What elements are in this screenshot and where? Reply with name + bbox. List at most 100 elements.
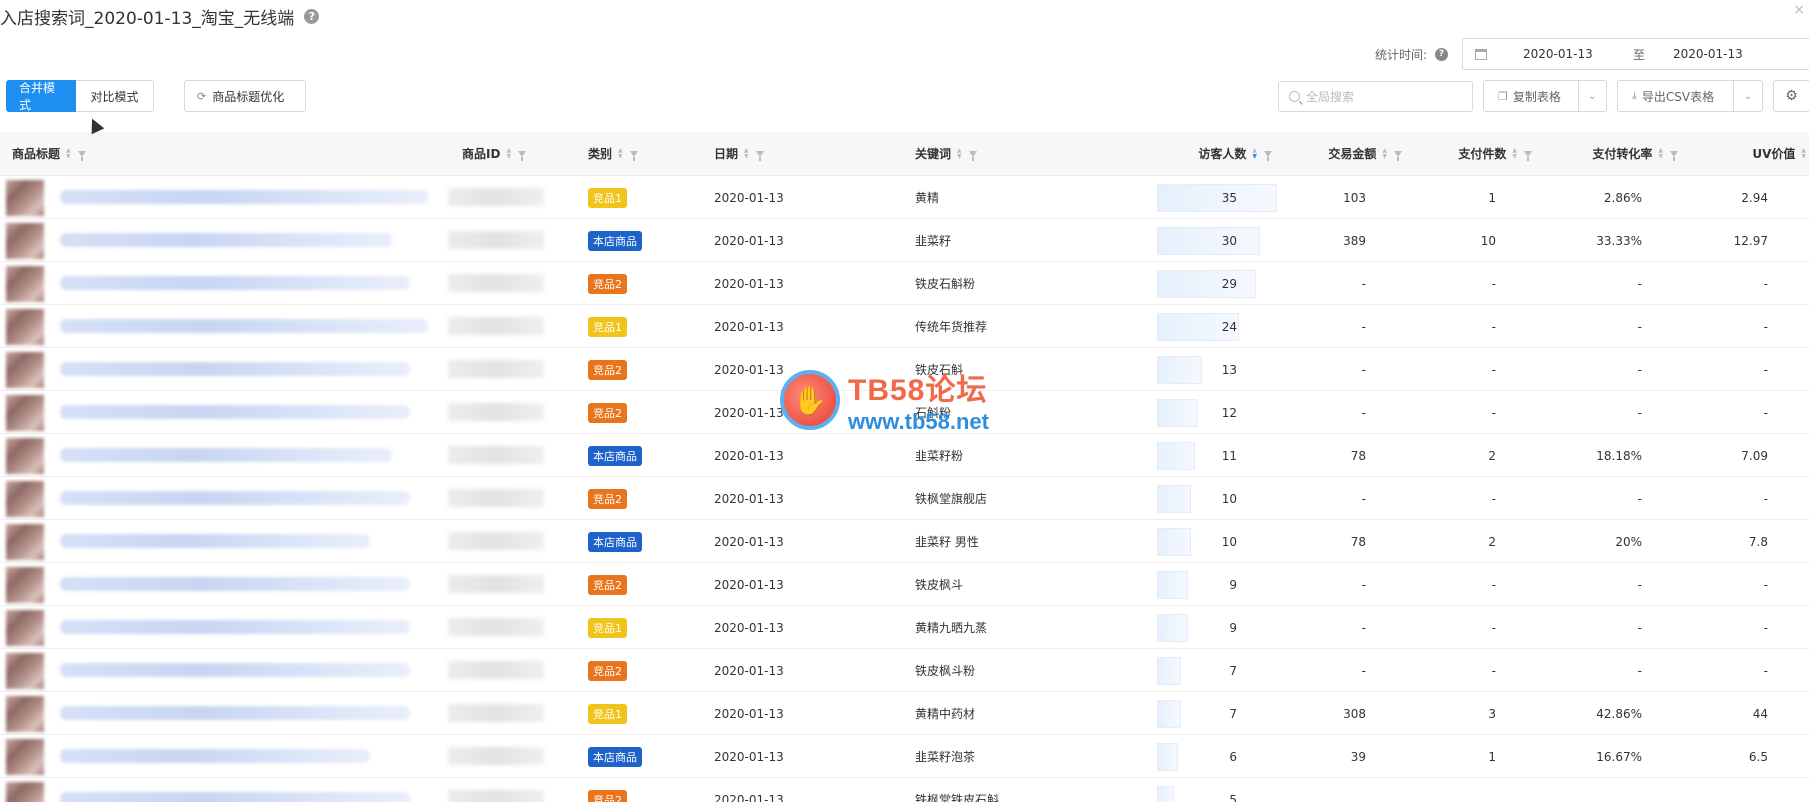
filter-icon[interactable] xyxy=(1394,150,1402,161)
table-row[interactable]: 竞品2 2020-01-13 石斛粉 12 - - - - xyxy=(0,391,1809,434)
product-thumbnail[interactable] xyxy=(6,395,44,431)
table-row[interactable]: 本店商品 2020-01-13 韭菜籽泡茶 6 39 1 16.67% 6.5 xyxy=(0,735,1809,778)
table-row[interactable]: 竞品1 2020-01-13 黄精九晒九蒸 9 - - - - xyxy=(0,606,1809,649)
col-conv-header[interactable]: 支付转化率 ▲ ▼ xyxy=(1550,132,1678,176)
product-thumbnail[interactable] xyxy=(6,266,44,302)
filter-icon[interactable] xyxy=(77,150,86,161)
data-table: 商品标题 ▲ ▼ 商品ID ▲ ▼ 类别 ▲ ▼ 日期 ▲ ▼ 关键词 ▲ ▼ 访客人数 … xyxy=(0,132,1809,802)
product-title-blurred[interactable] xyxy=(60,792,410,802)
sort-icon[interactable]: ▲ ▼ xyxy=(66,147,71,160)
filter-icon[interactable] xyxy=(629,150,638,161)
filter-icon[interactable] xyxy=(968,150,977,161)
col-date-header[interactable]: 日期 ▲ ▼ xyxy=(714,132,764,176)
product-thumbnail[interactable] xyxy=(6,696,44,732)
end-date[interactable]: 2020-01-13 xyxy=(1673,47,1743,61)
export-csv-main[interactable]: ⤓ 导出CSV表格 xyxy=(1618,81,1735,111)
product-thumbnail[interactable] xyxy=(6,567,44,603)
filter-icon[interactable] xyxy=(1264,150,1272,161)
product-title-blurred[interactable] xyxy=(60,190,428,204)
items-cell: 2 xyxy=(1488,448,1496,463)
product-thumbnail[interactable] xyxy=(6,524,44,560)
product-title-blurred[interactable] xyxy=(60,448,392,462)
table-row[interactable]: 竞品1 2020-01-13 传统年货推荐 24 - - - - xyxy=(0,305,1809,348)
compare-mode-button[interactable]: 对比模式 xyxy=(76,80,154,112)
product-thumbnail[interactable] xyxy=(6,610,44,646)
product-title-blurred[interactable] xyxy=(60,534,370,548)
table-row[interactable]: 本店商品 2020-01-13 韭菜籽 男性 10 78 2 20% 7.8 xyxy=(0,520,1809,563)
product-title-blurred[interactable] xyxy=(60,276,410,290)
sort-icon[interactable]: ▲ ▼ xyxy=(1252,147,1257,160)
sort-icon[interactable]: ▲ ▼ xyxy=(506,147,511,160)
product-thumbnail[interactable] xyxy=(6,180,44,216)
col-title-header[interactable]: 商品标题 ▲ ▼ xyxy=(12,132,86,176)
table-row[interactable]: 竞品2 2020-01-13 铁皮石斛粉 29 - - - - xyxy=(0,262,1809,305)
product-thumbnail[interactable] xyxy=(6,352,44,388)
product-title-blurred[interactable] xyxy=(60,319,428,333)
items-cell: - xyxy=(1491,405,1496,420)
product-title-blurred[interactable] xyxy=(60,491,410,505)
col-uv-header[interactable]: UV价值 ▲ ▼ xyxy=(1700,132,1806,176)
table-row[interactable]: 竞品2 2020-01-13 铁枫堂铁皮石斛 5 xyxy=(0,778,1809,802)
export-csv-button[interactable]: ⤓ 导出CSV表格 ⌄ xyxy=(1617,80,1763,112)
product-title-blurred[interactable] xyxy=(60,577,410,591)
date-cell: 2020-01-13 xyxy=(714,362,784,377)
product-title-blurred[interactable] xyxy=(60,233,392,247)
copy-table-button[interactable]: ❐ 复制表格 ⌄ xyxy=(1483,80,1607,112)
sort-icon[interactable]: ▲ ▼ xyxy=(618,147,623,160)
date-cell: 2020-01-13 xyxy=(714,233,784,248)
table-row[interactable]: 竞品1 2020-01-13 黄精中药材 7 308 3 42.86% 44 xyxy=(0,692,1809,735)
filter-icon[interactable] xyxy=(518,150,527,161)
date-range-picker[interactable]: 2020-01-13 至 2020-01-13 xyxy=(1462,38,1809,70)
product-title-blurred[interactable] xyxy=(60,405,410,419)
table-row[interactable]: 本店商品 2020-01-13 韭菜籽粉 11 78 2 18.18% 7.09 xyxy=(0,434,1809,477)
product-title-blurred[interactable] xyxy=(60,706,410,720)
title-optimize-button[interactable]: ⟳ 商品标题优化 xyxy=(184,80,306,112)
product-thumbnail[interactable] xyxy=(6,739,44,775)
chevron-down-icon[interactable]: ⌄ xyxy=(1579,91,1606,102)
table-row[interactable]: 竞品2 2020-01-13 铁枫堂旗舰店 10 - - - - xyxy=(0,477,1809,520)
product-thumbnail[interactable] xyxy=(6,309,44,345)
chevron-down-icon[interactable]: ⌄ xyxy=(1734,91,1762,102)
sort-icon[interactable]: ▲ ▼ xyxy=(1382,147,1387,160)
uv-cell: - xyxy=(1763,577,1768,592)
product-thumbnail[interactable] xyxy=(6,481,44,517)
product-title-blurred[interactable] xyxy=(60,749,370,763)
close-icon[interactable]: × xyxy=(1793,2,1805,18)
table-row[interactable]: 竞品2 2020-01-13 铁皮石斛 13 - - - - xyxy=(0,348,1809,391)
col-id-header[interactable]: 商品ID ▲ ▼ xyxy=(462,132,527,176)
product-thumbnail[interactable] xyxy=(6,653,44,689)
col-keyword-header[interactable]: 关键词 ▲ ▼ xyxy=(915,132,977,176)
product-title-blurred[interactable] xyxy=(60,620,410,634)
table-row[interactable]: 竞品2 2020-01-13 铁皮枫斗粉 7 - - - - xyxy=(0,649,1809,692)
copy-table-main[interactable]: ❐ 复制表格 xyxy=(1484,81,1579,111)
table-row[interactable]: 竞品1 2020-01-13 黄精 35 103 1 2.86% 2.94 xyxy=(0,176,1809,219)
sort-icon[interactable]: ▲ ▼ xyxy=(744,147,749,160)
filter-icon[interactable] xyxy=(1524,150,1532,161)
product-thumbnail[interactable] xyxy=(6,438,44,474)
uv-cell: - xyxy=(1763,319,1768,334)
filter-icon[interactable] xyxy=(1670,150,1678,161)
product-thumbnail[interactable] xyxy=(6,223,44,259)
merge-mode-button[interactable]: 合并模式 xyxy=(6,80,76,112)
col-amount-header[interactable]: 交易金额 ▲ ▼ xyxy=(1290,132,1402,176)
sort-icon[interactable]: ▲ ▼ xyxy=(1801,147,1806,160)
product-thumbnail[interactable] xyxy=(6,782,44,802)
date-cell: 2020-01-13 xyxy=(714,319,784,334)
items-cell xyxy=(1420,778,1496,802)
gear-icon[interactable]: ⚙ xyxy=(1773,80,1809,112)
table-row[interactable]: 本店商品 2020-01-13 韭菜籽 30 389 10 33.33% 12.… xyxy=(0,219,1809,262)
col-visitors-header[interactable]: 访客人数 ▲ ▼ xyxy=(1150,132,1272,176)
start-date[interactable]: 2020-01-13 xyxy=(1523,47,1633,61)
global-search-input[interactable]: 全局搜索 xyxy=(1278,81,1473,112)
sort-icon[interactable]: ▲ ▼ xyxy=(1512,147,1517,160)
filter-icon[interactable] xyxy=(755,150,764,161)
col-category-header[interactable]: 类别 ▲ ▼ xyxy=(588,132,638,176)
help-icon[interactable]: ? xyxy=(1435,47,1448,61)
col-items-header[interactable]: 支付件数 ▲ ▼ xyxy=(1420,132,1532,176)
product-title-blurred[interactable] xyxy=(60,663,410,677)
sort-icon[interactable]: ▲ ▼ xyxy=(957,147,962,160)
product-title-blurred[interactable] xyxy=(60,362,410,376)
table-row[interactable]: 竞品2 2020-01-13 铁皮枫斗 9 - - - - xyxy=(0,563,1809,606)
sort-icon[interactable]: ▲ ▼ xyxy=(1658,147,1663,160)
help-icon[interactable]: ? xyxy=(304,8,320,24)
